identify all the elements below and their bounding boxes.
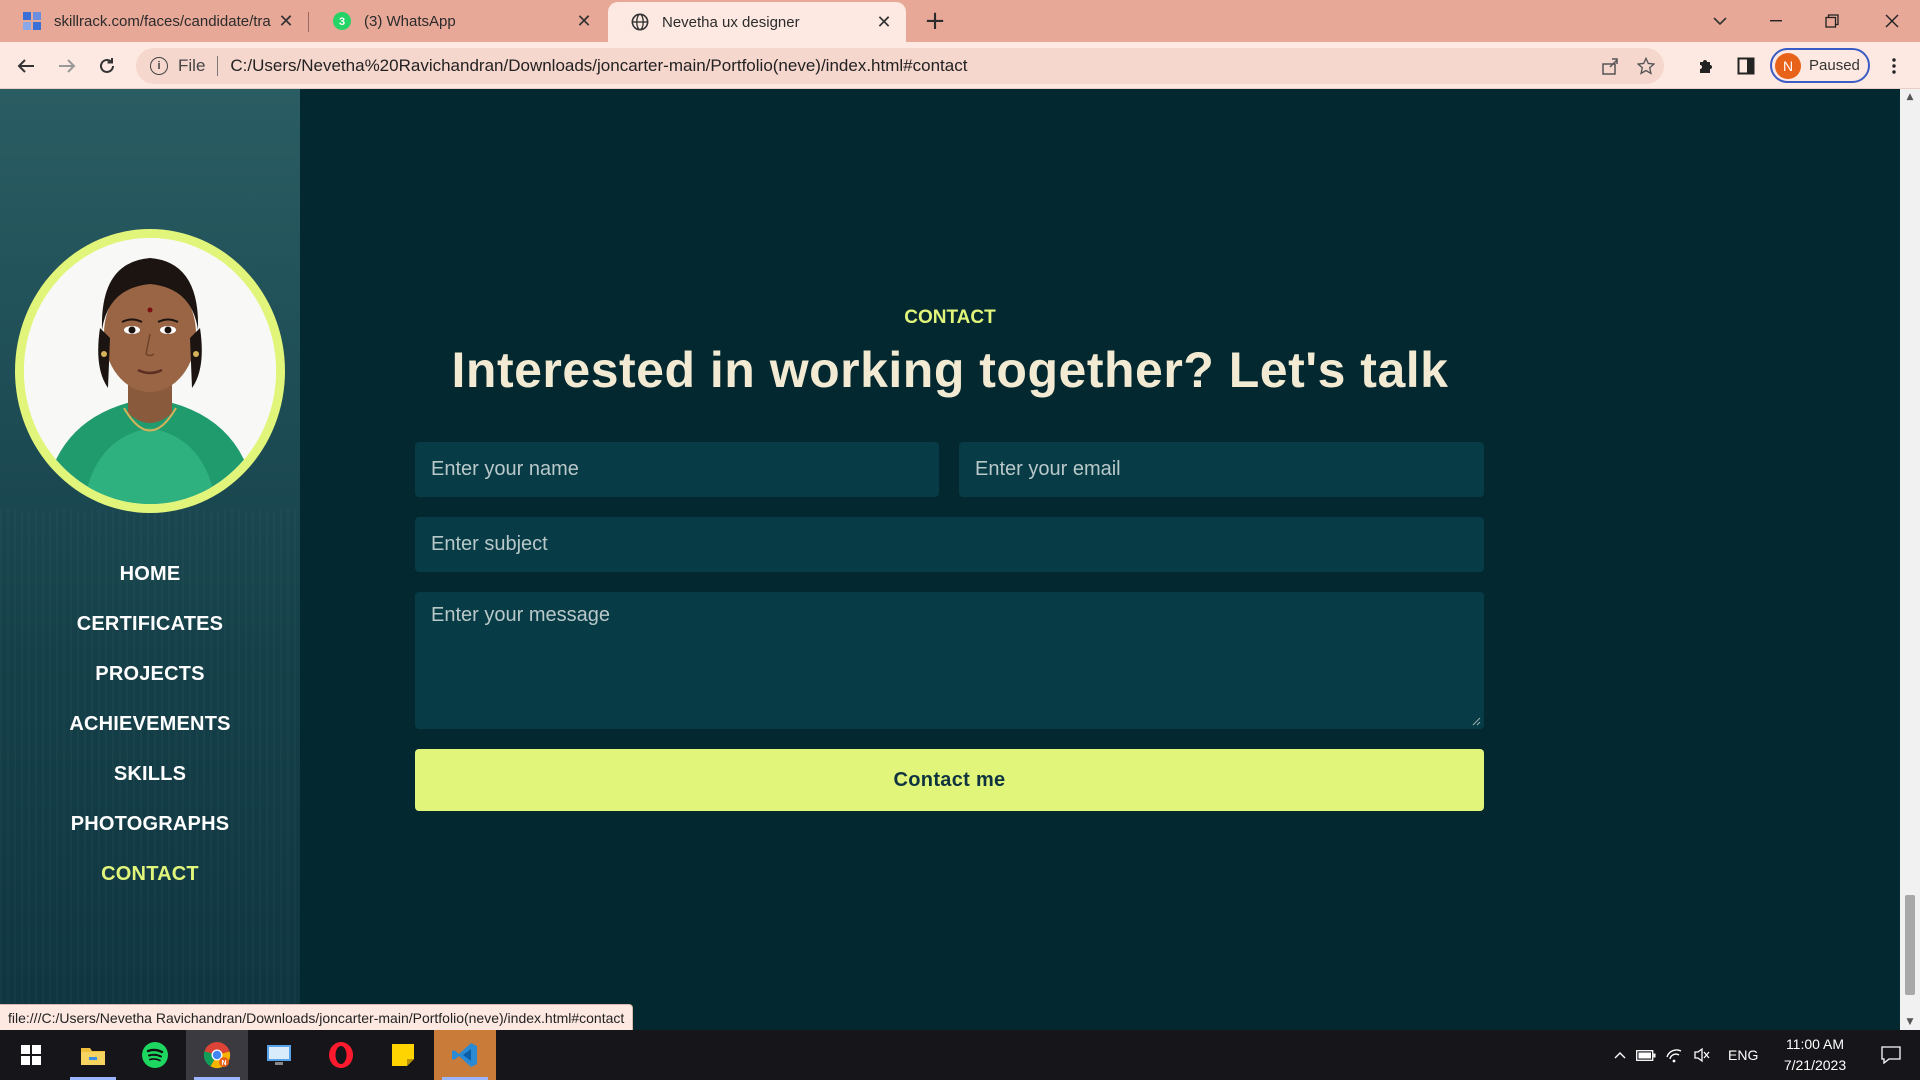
close-tab-icon[interactable]: ✕ xyxy=(572,9,596,33)
bookmark-star-icon[interactable] xyxy=(1628,57,1664,75)
file-scheme-label: File xyxy=(178,56,206,75)
windows-start-icon[interactable] xyxy=(0,1030,62,1080)
tab-nevetha-active[interactable]: Nevetha ux designer ✕ xyxy=(608,2,906,42)
minimize-icon[interactable] xyxy=(1748,0,1804,42)
scrollbar-thumb[interactable] xyxy=(1905,895,1915,995)
close-tab-icon[interactable]: ✕ xyxy=(872,10,896,34)
network-icon[interactable] xyxy=(1660,1047,1688,1063)
svg-text:N: N xyxy=(221,1060,226,1067)
link-status-bar: file:///C:/Users/Nevetha Ravichandran/Do… xyxy=(0,1004,634,1030)
email-field[interactable]: Enter your email xyxy=(959,442,1484,497)
reload-icon[interactable] xyxy=(91,50,123,82)
system-tray: ENG xyxy=(1608,1030,1758,1080)
contact-section: CONTACT Interested in working together? … xyxy=(300,89,1900,1030)
nav-home[interactable]: HOME xyxy=(0,549,300,599)
contact-me-button[interactable]: Contact me xyxy=(415,749,1484,811)
skillrack-favicon-icon xyxy=(22,11,42,31)
spotify-icon[interactable] xyxy=(124,1030,186,1080)
tab-title: skillrack.com/faces/candidate/tra xyxy=(54,12,271,30)
whatsapp-favicon-icon: 3 xyxy=(332,11,352,31)
address-bar[interactable]: i File C:/Users/Nevetha%20Ravichandran/D… xyxy=(136,48,1664,84)
close-tab-icon[interactable]: ✕ xyxy=(274,9,298,33)
browser-tabbar: skillrack.com/faces/candidate/tra ✕ 3 (3… xyxy=(0,0,1920,42)
profile-status: Paused xyxy=(1809,57,1860,74)
omnibox-divider xyxy=(217,56,219,76)
share-icon[interactable] xyxy=(1592,57,1628,75)
side-panel-icon[interactable] xyxy=(1730,50,1762,82)
nav-achievements[interactable]: ACHIEVEMENTS xyxy=(0,699,300,749)
sidebar-nav: HOME CERTIFICATES PROJECTS ACHIEVEMENTS … xyxy=(0,549,300,899)
tab-title: Nevetha ux designer xyxy=(662,13,800,31)
volume-muted-icon[interactable] xyxy=(1688,1047,1716,1063)
svg-text:3: 3 xyxy=(339,16,345,28)
sticky-notes-icon[interactable] xyxy=(372,1030,434,1080)
nav-projects[interactable]: PROJECTS xyxy=(0,649,300,699)
forward-arrow-icon[interactable] xyxy=(51,50,83,82)
tab-skillrack[interactable]: skillrack.com/faces/candidate/tra ✕ xyxy=(0,0,308,42)
tab-title: (3) WhatsApp xyxy=(364,12,456,30)
nav-photographs[interactable]: PHOTOGRAPHS xyxy=(0,799,300,849)
page-scrollbar[interactable]: ▲ ▼ xyxy=(1900,89,1920,1030)
extensions-puzzle-icon[interactable] xyxy=(1690,50,1722,82)
battery-icon[interactable] xyxy=(1632,1049,1660,1061)
windows-taskbar: N ENG 11:00 AM 7/21/2023 xyxy=(0,1030,1920,1080)
browser-toolbar: i File C:/Users/Nevetha%20Ravichandran/D… xyxy=(0,42,1920,89)
clock-date: 7/21/2023 xyxy=(1783,1057,1847,1073)
sidebar: HOME CERTIFICATES PROJECTS ACHIEVEMENTS … xyxy=(0,89,300,1030)
nav-certificates[interactable]: CERTIFICATES xyxy=(0,599,300,649)
language-indicator[interactable]: ENG xyxy=(1728,1047,1758,1063)
clock-time: 11:00 AM xyxy=(1785,1036,1845,1052)
chrome-icon[interactable]: N xyxy=(186,1030,248,1080)
name-placeholder: Enter your name xyxy=(431,458,579,480)
portfolio-page: HOME CERTIFICATES PROJECTS ACHIEVEMENTS … xyxy=(0,89,1900,1030)
opera-icon[interactable] xyxy=(310,1030,372,1080)
section-label: CONTACT xyxy=(904,307,996,328)
file-explorer-icon[interactable] xyxy=(62,1030,124,1080)
subject-field[interactable]: Enter subject xyxy=(415,517,1484,572)
vscode-icon[interactable] xyxy=(434,1030,496,1080)
back-arrow-icon[interactable] xyxy=(10,50,42,82)
message-placeholder: Enter your message xyxy=(431,604,610,626)
tab-whatsapp[interactable]: 3 (3) WhatsApp ✕ xyxy=(310,0,606,42)
remote-desktop-icon[interactable] xyxy=(248,1030,310,1080)
globe-favicon-icon xyxy=(630,12,650,32)
restore-icon[interactable] xyxy=(1804,0,1860,42)
name-field[interactable]: Enter your name xyxy=(415,442,939,497)
profile-photo xyxy=(15,229,285,513)
profile-avatar: N xyxy=(1775,52,1801,79)
notifications-icon[interactable] xyxy=(1866,1030,1916,1080)
site-info-icon[interactable]: i xyxy=(150,57,168,75)
profile-button[interactable]: N Paused xyxy=(1770,48,1870,83)
url-text[interactable]: C:/Users/Nevetha%20Ravichandran/Download… xyxy=(230,56,1592,76)
subject-placeholder: Enter subject xyxy=(431,533,548,555)
new-tab-icon[interactable]: + xyxy=(920,6,950,36)
resize-grip-icon[interactable] xyxy=(1471,716,1481,726)
nav-contact[interactable]: CONTACT xyxy=(0,849,300,899)
scroll-down-arrow-icon[interactable]: ▼ xyxy=(1900,1014,1920,1030)
message-textarea[interactable]: Enter your message xyxy=(415,592,1484,729)
nav-skills[interactable]: SKILLS xyxy=(0,749,300,799)
kebab-menu-icon[interactable] xyxy=(1878,50,1910,82)
taskbar-clock[interactable]: 11:00 AM 7/21/2023 xyxy=(1765,1034,1865,1076)
close-window-icon[interactable] xyxy=(1864,0,1920,42)
tab-search-chevron-icon[interactable] xyxy=(1692,0,1748,42)
email-placeholder: Enter your email xyxy=(975,458,1121,480)
contact-headline: Interested in working together? Let's ta… xyxy=(451,342,1449,398)
show-hidden-icons-chevron-icon[interactable] xyxy=(1608,1051,1632,1059)
tab-divider xyxy=(308,12,309,32)
scroll-up-arrow-icon[interactable]: ▲ xyxy=(1900,89,1920,105)
